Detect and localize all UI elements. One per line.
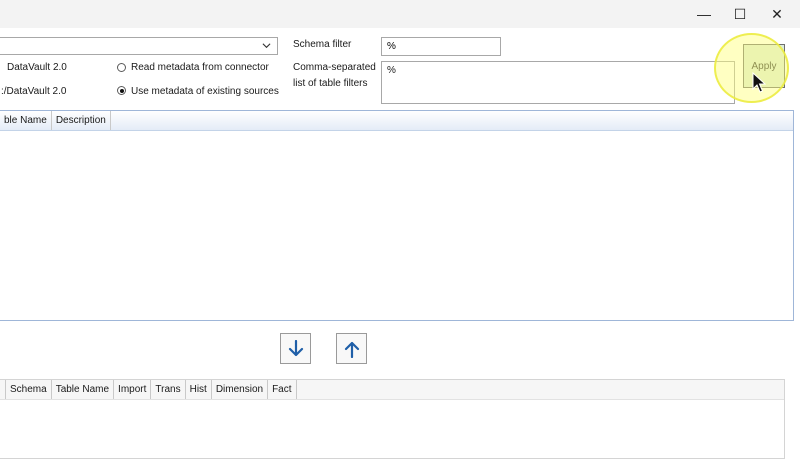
column-header-hist[interactable]: Hist	[186, 380, 212, 399]
maximize-button[interactable]: ☐	[722, 0, 758, 28]
table-filter-textarea[interactable]: %	[381, 61, 735, 104]
column-header-schema[interactable]: Schema	[6, 380, 52, 399]
minimize-button[interactable]: —	[686, 0, 722, 28]
column-header-fact[interactable]: Fact	[268, 380, 297, 399]
minimize-icon: —	[697, 6, 711, 22]
connection-combobox[interactable]	[0, 37, 278, 55]
source-tables-grid[interactable]: ble Name Description	[0, 110, 794, 321]
table-filter-value: %	[387, 65, 396, 76]
use-existing-metadata-radio[interactable]	[117, 86, 126, 95]
title-bar: — ☐ ✕	[0, 0, 800, 28]
arrow-up-icon	[344, 341, 359, 358]
column-header-description[interactable]: Description	[52, 111, 111, 130]
column-header-import[interactable]: Import	[114, 380, 152, 399]
read-from-connector-radio[interactable]	[117, 63, 126, 72]
table-filter-label-line1: Comma-separated	[293, 62, 376, 73]
schema-filter-input[interactable]	[381, 37, 501, 56]
move-up-button[interactable]	[336, 333, 367, 364]
table-filter-label-line2: list of table filters	[293, 78, 368, 89]
move-down-button[interactable]	[280, 333, 311, 364]
schema-filter-label: Schema filter	[293, 39, 352, 50]
column-header-table-name[interactable]: ble Name	[0, 111, 52, 130]
column-header-trans[interactable]: Trans	[151, 380, 186, 399]
read-from-connector-label: Read metadata from connector	[131, 62, 269, 73]
source-tables-header: ble Name Description	[0, 111, 793, 131]
source-path-label: DataVault 2.0	[7, 62, 67, 73]
apply-button-label: Apply	[751, 60, 777, 72]
target-tables-grid[interactable]: Schema Table Name Import Trans Hist Dime…	[0, 379, 785, 459]
maximize-icon: ☐	[733, 5, 747, 22]
close-button[interactable]: ✕	[759, 0, 795, 28]
column-header-dimension[interactable]: Dimension	[212, 380, 269, 399]
arrow-down-icon	[288, 339, 303, 356]
close-icon: ✕	[771, 5, 783, 22]
target-tables-header: Schema Table Name Import Trans Hist Dime…	[0, 380, 784, 400]
apply-button[interactable]: Apply	[743, 44, 785, 88]
column-header-table-name[interactable]: Table Name	[52, 380, 115, 399]
chevron-down-icon	[262, 43, 271, 49]
use-existing-metadata-label: Use metadata of existing sources	[131, 86, 279, 97]
target-path-label: :/DataVault 2.0	[1, 86, 67, 97]
